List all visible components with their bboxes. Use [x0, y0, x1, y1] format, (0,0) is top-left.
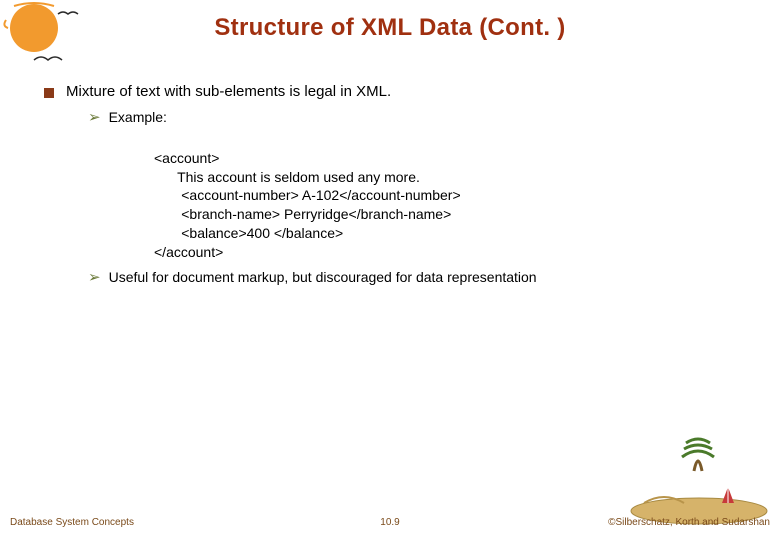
arrow-icon: ➢ [88, 108, 101, 128]
footer-center: 10.9 [380, 517, 399, 528]
sub-content: ➢ Example: <account> This account is sel… [88, 108, 736, 287]
main-bullet: Mixture of text with sub-elements is leg… [44, 82, 736, 102]
code-line: <branch-name> Perryridge</branch-name> [154, 206, 451, 222]
example-label: Example: [109, 108, 167, 127]
main-point-text: Mixture of text with sub-elements is leg… [66, 82, 391, 102]
slide: Structure of XML Data (Cont. ) Mixture o… [0, 0, 780, 540]
code-line: This account is seldom used any more. [154, 169, 420, 185]
slide-title: Structure of XML Data (Cont. ) [0, 14, 780, 42]
footer-left: Database System Concepts [10, 517, 134, 528]
square-bullet-icon [44, 88, 54, 98]
code-block: <account> This account is seldom used an… [154, 130, 736, 262]
code-line: <account> [154, 150, 219, 166]
note-text: Useful for document markup, but discoura… [109, 268, 537, 287]
code-line: <account-number> A-102</account-number> [154, 187, 461, 203]
code-line: <balance>400 </balance> [154, 225, 343, 241]
footer-right: ©Silberschatz, Korth and Sudarshan [608, 517, 770, 528]
sub-bullet-note: ➢ Useful for document markup, but discou… [88, 268, 736, 288]
arrow-icon: ➢ [88, 268, 101, 288]
slide-content: Mixture of text with sub-elements is leg… [44, 82, 736, 287]
sub-bullet-example: ➢ Example: [88, 108, 736, 128]
footer: Database System Concepts 10.9 ©Silbersch… [0, 510, 780, 528]
code-line: </account> [154, 244, 223, 260]
